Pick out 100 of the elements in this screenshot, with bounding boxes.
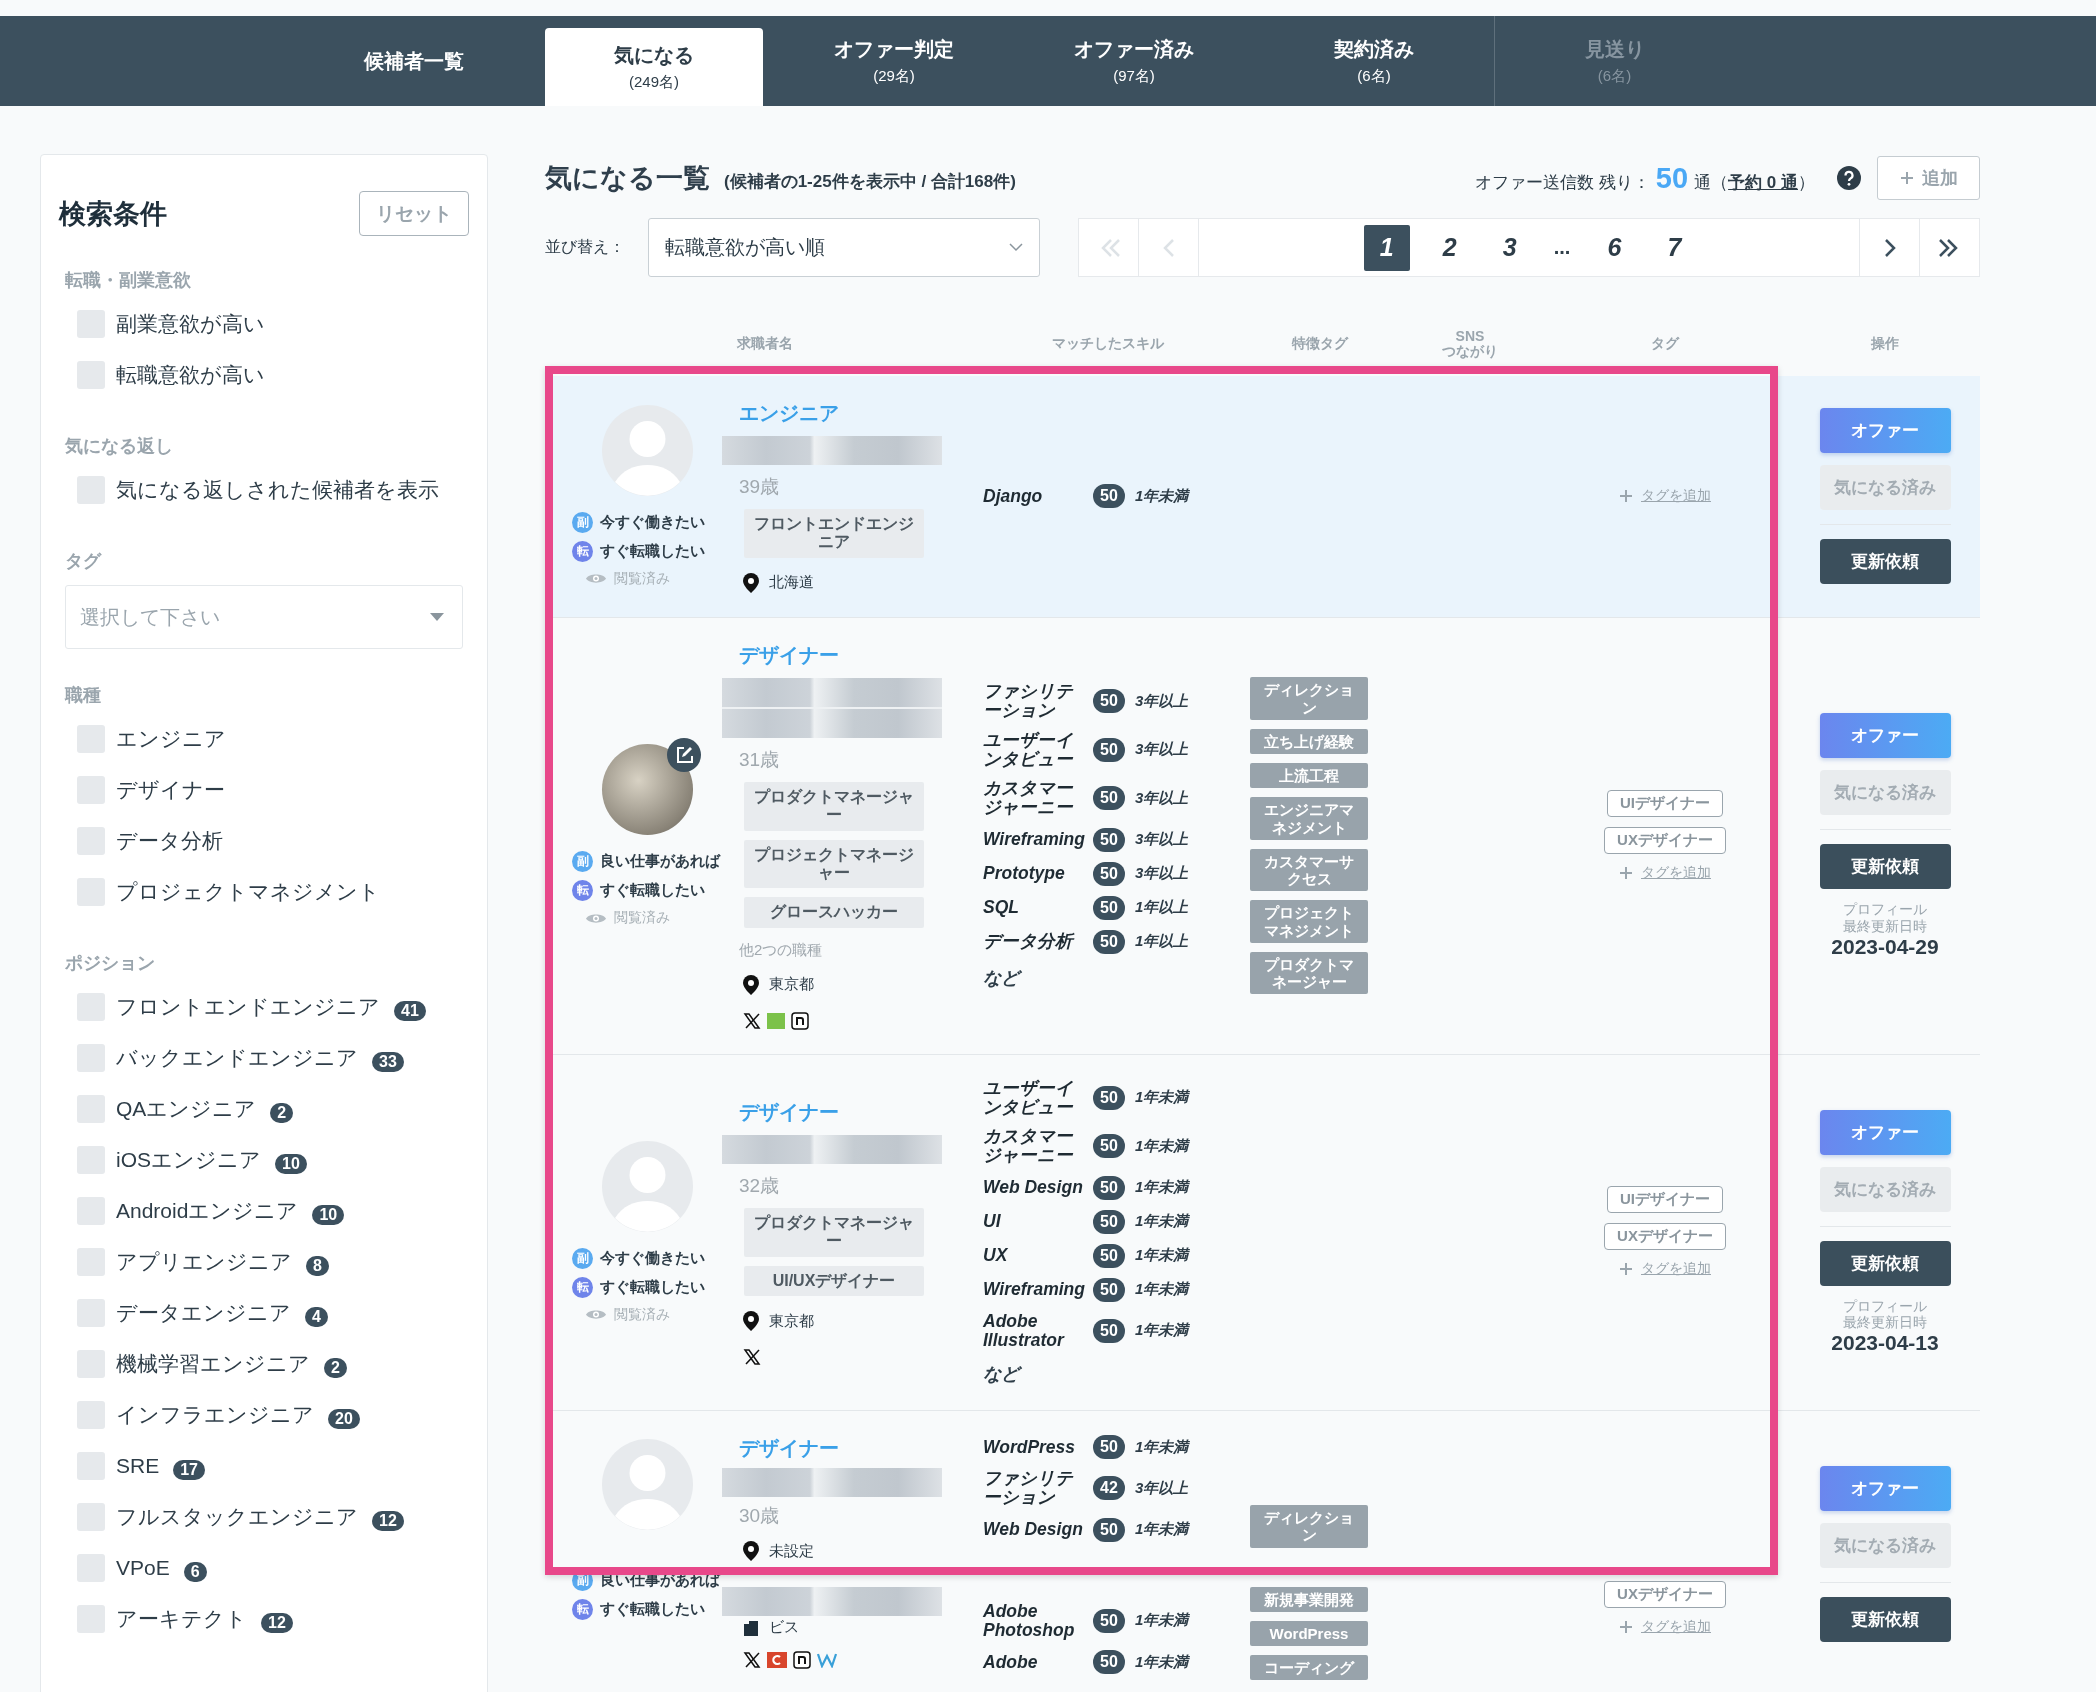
avatar-icon [602,1141,693,1232]
page-number[interactable]: 1 [1363,224,1410,271]
note-icon[interactable] [791,1011,809,1030]
feature-tag: プロジェクトマネジメント [1250,900,1368,943]
edit-icon[interactable] [667,738,701,773]
checkbox[interactable] [77,1247,105,1276]
motivation-label: すぐ転職したい [600,1278,705,1297]
column-header: 求職者名 [737,335,793,353]
position-chip: フロントエンドエンジニア [744,509,924,558]
help-icon[interactable] [1837,166,1861,190]
checkbox-label[interactable]: アプリエンジニア [116,1247,292,1276]
skill-score: 50 [1093,827,1125,852]
checkbox[interactable] [77,1400,105,1429]
checkbox-label[interactable]: iOSエンジニア [116,1145,261,1174]
w-icon[interactable] [817,1652,837,1669]
checkbox[interactable] [77,724,105,753]
page-number[interactable]: 3 [1489,224,1530,271]
skill-years: 1年未満 [1135,1178,1191,1198]
nav-tab[interactable]: オファー済み (97名) [1014,16,1254,106]
checkbox[interactable] [77,1196,105,1225]
checkbox[interactable] [77,360,105,389]
chevron-down-icon [1009,243,1023,252]
checkbox-label[interactable]: フルスタックエンジニア [116,1502,358,1531]
feature-tag: エンジニアマネジメント [1250,797,1368,840]
nav-tab[interactable]: 気になる (249名) [545,28,763,106]
checkbox-label[interactable]: 気になる返しされた候補者を表示 [116,475,439,504]
plus-icon [1899,171,1914,185]
checkbox[interactable] [77,1502,105,1531]
section-heading: 気になる返し [65,435,173,458]
column-header: タグ [1651,335,1679,353]
section-heading: 職種 [65,684,101,707]
sort-label: 並び替え： [545,237,626,257]
checkbox[interactable] [77,1604,105,1633]
checkbox[interactable] [77,775,105,804]
feature-tag: プロダクトマネージャー [1250,951,1368,995]
x-icon[interactable] [743,1348,761,1367]
section-heading: ポジション [65,952,155,975]
checkbox[interactable] [77,1094,105,1123]
checkbox[interactable] [77,1043,105,1072]
skill-years: 1年未満 [1135,1321,1191,1341]
update-request-button[interactable]: 更新依頼 [1819,539,1951,585]
motivation-badge: 転 [572,880,593,902]
checkbox[interactable] [77,992,105,1021]
skill-score: 50 [1093,1243,1125,1268]
skill-years: 1年以上 [1135,932,1190,951]
sort-select[interactable]: 転職意欲が高い順 [648,218,1040,277]
motivation-label: すぐ転職したい [600,881,705,901]
position-chip: プロジェクトマネージャー [744,839,924,889]
page-number[interactable]: 7 [1654,224,1695,271]
checkbox-label[interactable]: フロントエンドエンジニア [116,992,380,1021]
checkbox-label[interactable]: 転職意欲が高い [116,360,265,389]
page-number[interactable]: 2 [1429,224,1470,271]
checkbox-label[interactable]: QAエンジニア [116,1094,257,1123]
checkbox[interactable] [77,1553,105,1582]
x-icon[interactable] [743,1651,761,1670]
square-logo-icon[interactable] [767,1012,785,1029]
checkbox[interactable] [77,826,105,855]
skill-name: ユーザーインタビュー [983,730,1074,769]
checkbox[interactable] [77,1145,105,1174]
note-icon[interactable] [793,1651,811,1670]
nav-tab[interactable]: オファー判定 (29名) [774,16,1014,106]
update-request-button[interactable]: 更新依頼 [1819,1240,1951,1286]
page-number[interactable]: 6 [1594,224,1635,271]
checkbox[interactable] [77,1349,105,1378]
checkbox-label[interactable]: プロジェクトマネジメント [116,877,380,906]
reserved-link[interactable]: 予約 0 通 [1728,172,1798,192]
location: 東京都 [769,1311,814,1331]
skill-years: 1年未満 [1135,1246,1191,1266]
skill-years: 3年以上 [1135,830,1190,849]
skill-years: 1年未満 [1135,1520,1191,1540]
checkbox-label[interactable]: VPoE [116,1555,170,1580]
checkbox-label[interactable]: バックエンドエンジニア [116,1043,358,1072]
checkbox-label[interactable]: Androidエンジニア [116,1196,299,1225]
checkbox-label[interactable]: SRE [116,1453,160,1478]
checkbox-label[interactable]: 副業意欲が高い [116,309,265,338]
nav-tab[interactable]: 候補者一覧 [294,16,534,106]
skill-name: Adobe Photoshop [983,1601,1076,1641]
x-icon[interactable] [743,1011,761,1030]
checkbox-label[interactable]: デザイナー [116,775,225,804]
checkbox[interactable] [77,475,105,504]
motivation-badge: 転 [572,1599,593,1621]
update-request-button[interactable]: 更新依頼 [1819,843,1951,889]
c-logo-icon[interactable] [767,1652,787,1669]
position-chip: UI/UXデザイナー [744,1265,924,1297]
checkbox-label[interactable]: データエンジニア [116,1298,291,1327]
nav-tab[interactable]: 契約済み (6名) [1254,16,1494,106]
checkbox-label[interactable]: アーキテクト [116,1604,247,1633]
checkbox[interactable] [77,1298,105,1327]
checkbox-label[interactable]: 機械学習エンジニア [116,1349,310,1378]
column-header: マッチしたスキル [1051,335,1164,353]
other-positions: 他2つの職種 [739,940,823,960]
feature-tag: 上流工程 [1250,763,1368,789]
skill-score: 50 [1093,861,1125,886]
checkbox[interactable] [77,877,105,906]
checkbox-label[interactable]: エンジニア [116,724,226,753]
checkbox-label[interactable]: インフラエンジニア [116,1400,314,1429]
checkbox-label[interactable]: データ分析 [116,826,223,855]
checkbox[interactable] [77,1451,105,1480]
update-request-button[interactable]: 更新依頼 [1819,1597,1951,1643]
checkbox[interactable] [77,309,105,338]
